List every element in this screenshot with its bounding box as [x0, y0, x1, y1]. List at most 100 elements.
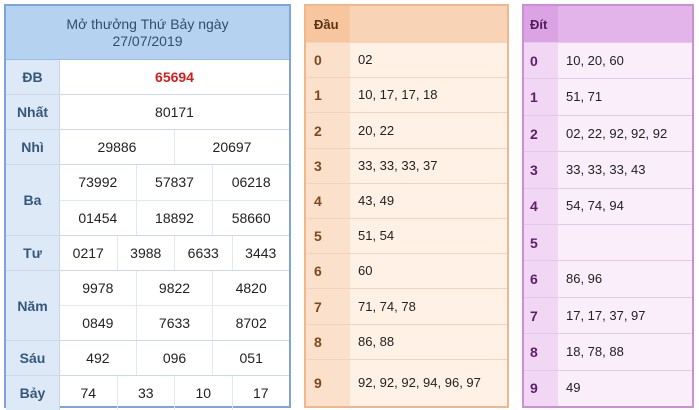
dau-row: 3 33, 33, 33, 37 [306, 147, 507, 183]
prize-number: 06218 [212, 165, 289, 200]
prize-row-nam: Năm 9978 9822 4820 0849 7633 8702 [6, 271, 289, 341]
dau-values: 43, 49 [350, 183, 507, 219]
prize-number: 0217 [72, 245, 104, 261]
dau-digit: 5 [306, 219, 350, 254]
dau-row: 2 20, 22 [306, 112, 507, 148]
prize-number: 17 [231, 376, 290, 410]
dit-row: 9 49 [524, 369, 692, 407]
results-title-line1: Mở thưởng Thứ Bảy ngày [66, 15, 229, 32]
dau-digit: 6 [306, 254, 350, 289]
dit-row: 8 18, 78, 88 [524, 333, 692, 370]
dit-row: 0 10, 20, 60 [524, 42, 692, 79]
prize-number: 01454 [78, 209, 118, 226]
dau-row: 8 86, 88 [306, 323, 507, 359]
dit-digit: 9 [524, 370, 558, 407]
prize-row-nhi: Nhì 29886 20697 [6, 130, 289, 165]
dit-digit: 8 [524, 334, 558, 370]
dit-digit: 1 [524, 79, 558, 115]
dit-values: 86, 96 [558, 261, 692, 297]
dit-values: 49 [558, 370, 692, 407]
dit-values: 10, 20, 60 [558, 43, 692, 79]
dau-values: 20, 22 [350, 113, 507, 148]
prize-label: Tư [6, 236, 60, 270]
results-title: Mở thưởng Thứ Bảy ngày 27/07/2019 [6, 6, 289, 60]
results-table: Mở thưởng Thứ Bảy ngày 27/07/2019 ĐB 656… [4, 4, 291, 410]
prize-number: 74 [80, 385, 97, 401]
dit-row: 5 [524, 224, 692, 261]
dit-row: 1 51, 71 [524, 78, 692, 115]
dit-row: 4 54, 74, 94 [524, 187, 692, 225]
dau-table: Đầu 0 02 1 10, 17, 17, 18 2 20, 22 3 33, 33,… [304, 4, 509, 408]
dit-values: 02, 22, 92, 92, 92 [558, 115, 692, 152]
dau-digit: 2 [306, 113, 350, 148]
dit-digit: 7 [524, 297, 558, 334]
prize-number: 9822 [135, 271, 213, 305]
dau-header-blank [350, 6, 507, 42]
dau-row: 9 92, 92, 92, 94, 96, 97 [306, 358, 507, 406]
prize-number: 8702 [212, 306, 289, 340]
dau-digit: 3 [306, 148, 350, 183]
dit-digit: 0 [524, 43, 558, 79]
dau-digit: 0 [306, 43, 350, 78]
dit-values: 51, 71 [558, 79, 692, 115]
dit-header-row: Đít [524, 6, 692, 42]
dit-row: 2 02, 22, 92, 92, 92 [524, 114, 692, 152]
results-date: 27/07/2019 [112, 32, 183, 49]
prize-row-sau: Sáu 492 096 051 [6, 341, 289, 376]
dau-values: 02 [350, 43, 507, 78]
prize-row-ba: Ba 73992 57837 06218 01454 18892 58660 [6, 165, 289, 236]
dau-row: 1 10, 17, 17, 18 [306, 77, 507, 113]
prize-number: 6633 [174, 236, 232, 270]
prize-label: ĐB [6, 60, 60, 94]
dit-row: 7 17, 17, 37, 97 [524, 296, 692, 334]
dau-digit: 9 [306, 359, 350, 406]
prize-number: 4820 [212, 271, 289, 305]
prize-row-db: ĐB 65694 [6, 60, 289, 95]
dau-values: 92, 92, 92, 94, 96, 97 [350, 359, 507, 406]
prize-number: 7633 [135, 306, 213, 340]
prize-row-nhat: Nhất 80171 [6, 95, 289, 130]
dit-digit: 4 [524, 188, 558, 225]
dau-values: 71, 74, 78 [350, 289, 507, 324]
prize-number: 492 [86, 350, 110, 366]
dau-digit: 1 [306, 78, 350, 113]
prize-number: 051 [212, 341, 289, 375]
dau-values: 10, 17, 17, 18 [350, 78, 507, 113]
prize-number: 57837 [135, 165, 213, 200]
dau-row: 7 71, 74, 78 [306, 288, 507, 324]
prize-row-tu: Tư 0217 3988 6633 3443 [6, 236, 289, 271]
dau-values: 60 [350, 254, 507, 289]
dit-values [558, 225, 692, 261]
prize-number: 18892 [135, 200, 213, 235]
prize-label: Nhì [6, 130, 60, 164]
dit-header-blank [558, 6, 692, 42]
dau-header-label: Đầu [306, 6, 350, 42]
prize-number: 10 [174, 376, 232, 410]
dit-header-label: Đít [524, 6, 558, 42]
prize-number: 20697 [174, 130, 289, 164]
prize-number: 29886 [97, 139, 137, 155]
prize-number: 9978 [82, 280, 114, 296]
dit-digit: 2 [524, 115, 558, 152]
dau-digit: 8 [306, 324, 350, 359]
dau-row: 5 51, 54 [306, 218, 507, 254]
dau-digit: 7 [306, 289, 350, 324]
prize-label: Ba [6, 165, 60, 235]
prize-number: 73992 [78, 174, 118, 191]
dau-row: 6 60 [306, 253, 507, 289]
prize-number: 33 [116, 376, 175, 410]
prize-number: 65694 [155, 69, 194, 85]
prize-label: Năm [6, 271, 60, 340]
dit-values: 54, 74, 94 [558, 188, 692, 225]
dau-values: 86, 88 [350, 324, 507, 359]
prize-number: 096 [135, 341, 213, 375]
dit-digit: 6 [524, 261, 558, 297]
dit-table: Đít 0 10, 20, 60 1 51, 71 2 02, 22, 92, 92,… [522, 4, 694, 408]
dau-values: 33, 33, 33, 37 [350, 148, 507, 183]
prize-number: 3988 [116, 236, 175, 270]
dit-values: 18, 78, 88 [558, 334, 692, 370]
dau-values: 51, 54 [350, 219, 507, 254]
prize-label: Bảy [6, 376, 60, 410]
dau-row: 4 43, 49 [306, 182, 507, 219]
dit-digit: 5 [524, 225, 558, 261]
